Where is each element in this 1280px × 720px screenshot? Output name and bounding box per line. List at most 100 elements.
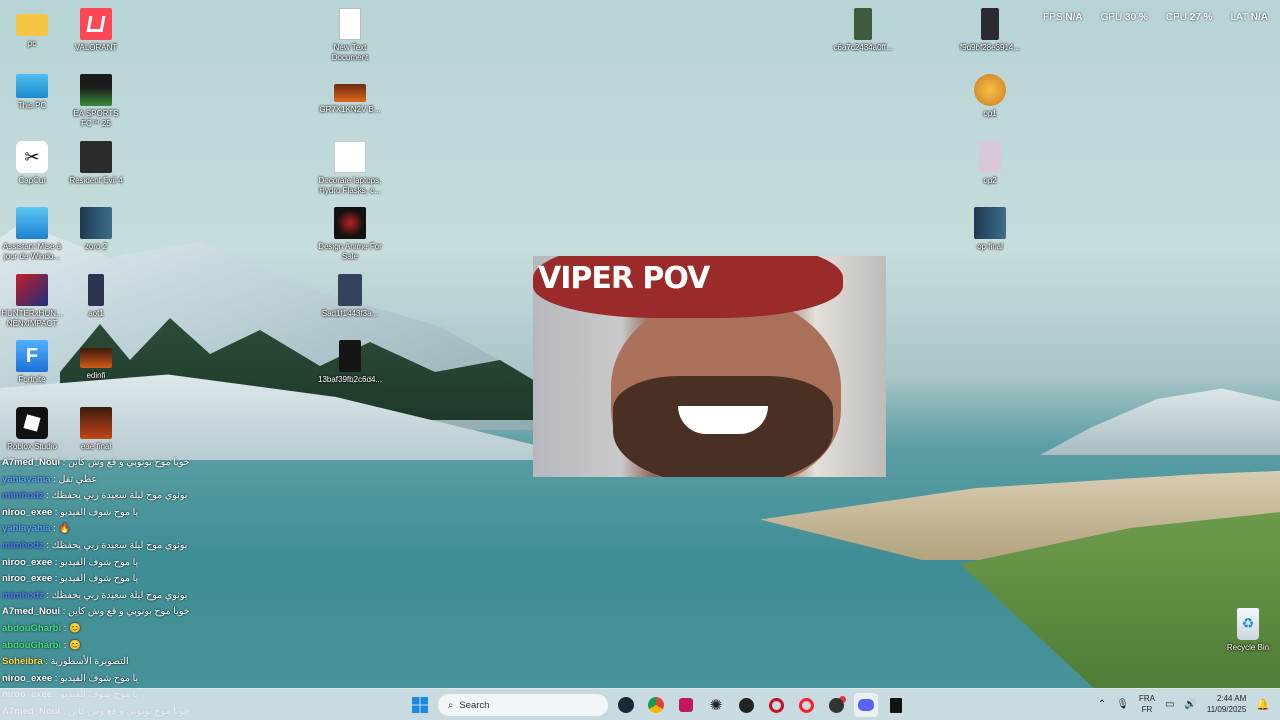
desktop-icon-hunter[interactable]: HUNTERxHUN... NENxIMPACT: [0, 270, 64, 329]
folder-icon: [16, 14, 48, 36]
taskbar-search[interactable]: ⌕ Search: [438, 694, 608, 716]
chat-username: A7med_Noui: [2, 606, 61, 618]
desktop-icon-label: GR7X1KN2V B...: [319, 105, 381, 114]
desktop-icon-pc[interactable]: pc: [0, 4, 64, 49]
desktop-icon-zoro[interactable]: zoro 2: [64, 203, 128, 252]
latency-stat: LAT N/A: [1230, 12, 1268, 23]
desktop-icon-fortnite[interactable]: F Fortnite: [0, 336, 64, 385]
desktop-icon-label: op2: [983, 176, 997, 185]
chat-text: : خويا موح بونوبي و قع وش كاين: [60, 606, 190, 618]
taskbar-discord[interactable]: [854, 693, 878, 717]
desktop-icon-op2[interactable]: op2: [958, 137, 1022, 186]
desktop-icon-label: op1: [983, 109, 997, 118]
desktop-icon-eae-final[interactable]: eae final: [64, 403, 128, 452]
chat-username: A7med_Noui: [2, 457, 61, 468]
desktop-icon-op-final[interactable]: op final: [958, 203, 1022, 252]
capcut-icon: ✂: [16, 141, 48, 173]
taskbar-chatgpt[interactable]: ✺: [704, 693, 728, 717]
chat-text: : التصويرة الأسطورية: [42, 656, 129, 668]
image-file-icon: [979, 141, 1001, 173]
opera-icon: [798, 697, 814, 713]
desktop-icon-13baf[interactable]: 13baf39fb2c6d4...: [318, 336, 382, 385]
network-icon[interactable]: ▭: [1165, 699, 1174, 710]
taskbar-snip[interactable]: [674, 693, 698, 717]
steam-icon: [618, 697, 634, 713]
chat-username: niroo_exee: [2, 556, 53, 568]
desktop-icon-label: Sad1f1443f3a...: [321, 309, 379, 318]
taskbar-opera[interactable]: [794, 693, 818, 717]
webcam-smile: [678, 406, 768, 434]
desktop-icon-new-text-document[interactable]: New Text Document: [318, 4, 382, 63]
desktop-icon-valorant[interactable]: VALORANT: [64, 4, 128, 53]
desktop-icon-aot[interactable]: aot1: [64, 270, 128, 319]
desktop-icon-edinfi[interactable]: edinfi: [64, 336, 128, 381]
monitor-icon: [16, 74, 48, 98]
performance-overlay: FPS N/A GPU 30 % CPU 27 % LAT N/A: [1043, 12, 1268, 23]
desktop-icon-label: pc: [27, 39, 37, 48]
desktop-icon-op1[interactable]: op1: [958, 70, 1022, 119]
image-file-icon: [339, 340, 361, 372]
taskbar-epic-games[interactable]: [884, 693, 908, 717]
recycle-bin-icon: ♻: [1237, 608, 1259, 640]
search-icon: ⌕: [448, 699, 454, 711]
image-file-icon: [338, 274, 362, 306]
image-file-icon: [974, 74, 1006, 106]
chat-text: : بونوي موح ليلة سعيدة ربي يحفظك: [43, 490, 188, 502]
language-indicator[interactable]: FRA FR: [1139, 693, 1155, 715]
desktop-icon-file1[interactable]: c6a7c2434a0ff...: [831, 4, 895, 53]
taskbar-obs[interactable]: [824, 693, 848, 717]
chevron-up-icon[interactable]: ⌃: [1098, 699, 1106, 710]
desktop-icon-re4[interactable]: Resident Evil 4: [64, 137, 128, 186]
desktop-icon-fc25[interactable]: EA SPORTS FC™ 25: [64, 70, 128, 129]
desktop-icon-capcut[interactable]: ✂ CapCut: [0, 137, 64, 186]
chat-username: yahiayahia: [2, 473, 51, 485]
desktop-icon-label: New Text Document: [331, 43, 369, 62]
desktop-icon-this-pc[interactable]: This PC: [0, 70, 64, 111]
desktop-icon-roblox-studio[interactable]: Roblox Studio: [0, 403, 64, 452]
image-file-icon: [334, 207, 366, 239]
chat-message: A7med_Noui : خويا موح بونوبي و قع وش كاي…: [2, 604, 282, 621]
desktop-icon-label: Decorate laptops, Hydro Flasks, c...: [318, 176, 382, 195]
taskbar-app-dark[interactable]: [734, 693, 758, 717]
desktop-icon-label: Fortnite: [18, 375, 46, 384]
volume-icon[interactable]: 🔊: [1184, 699, 1196, 710]
microphone-icon[interactable]: 🎙: [1116, 699, 1129, 710]
chat-message: niroo_exee : يا موح شوف الفيديو: [2, 555, 282, 572]
desktop-icon-sad[interactable]: Sad1f1443f3a...: [318, 270, 382, 319]
desktop-icon-label: EA SPORTS FC™ 25: [73, 109, 119, 128]
chat-username: abdouGharbi: [2, 639, 62, 651]
epic-games-icon: [890, 697, 902, 713]
chrome-icon: [648, 697, 664, 713]
taskbar-opera-gx[interactable]: [764, 693, 788, 717]
obs-icon: [828, 697, 844, 713]
desktop-icon-gr[interactable]: GR7X1KN2V B...: [318, 70, 382, 115]
stream-chat-overlay: A7med_Noui : خويا موح بونوبي و قع وش كاي…: [2, 455, 282, 720]
clock[interactable]: 2:44 AM 11/09/2025: [1207, 693, 1246, 715]
chat-text: : يا موح شوف الفيديو: [52, 573, 139, 585]
hunter-game-icon: [16, 274, 48, 306]
taskbar-chrome[interactable]: [644, 693, 668, 717]
chat-username: mimhodz: [2, 490, 44, 502]
fc25-icon: [80, 74, 112, 106]
desktop-icon-design-anime[interactable]: Design Anime For Sale: [318, 203, 382, 262]
wallpaper-mountain-right: [1040, 388, 1280, 455]
windows-logo-icon: [16, 207, 48, 239]
notification-icon[interactable]: 🔔: [1256, 698, 1270, 711]
chat-message: A7med_Noui : خويا موح بونوبي و قع وش كاي…: [2, 455, 282, 472]
desktop-icon-label: edinfi: [86, 371, 106, 380]
start-button[interactable]: [408, 693, 432, 717]
roblox-studio-icon: [16, 407, 48, 439]
chat-text: : خويا موح بونوبي و قع وش كاين: [60, 457, 190, 468]
chat-message: niroo_exee : يا موح شوف الفيديو: [2, 505, 282, 522]
desktop-icon-file2[interactable]: f9d9bf28e3914...: [958, 4, 1022, 53]
chat-username: abdouGharbi: [2, 622, 62, 634]
desktop-icon-label: 13baf39fb2c6d4...: [318, 375, 383, 384]
system-tray: ⌃ 🎙 FRA FR ▭ 🔊 2:44 AM 11/09/2025 🔔: [1098, 693, 1270, 715]
desktop-icon-windows-assistant[interactable]: Assistant Mise à jour de Windo...: [0, 203, 64, 262]
desktop-icon-recycle-bin[interactable]: ♻ Recycle Bin: [1216, 604, 1280, 653]
webcam-title: VIPER POV: [538, 261, 710, 296]
taskbar-steam[interactable]: [614, 693, 638, 717]
desktop-icon-label: CapCut: [18, 176, 46, 185]
desktop-icon-decorate[interactable]: Decorate laptops, Hydro Flasks, c...: [318, 137, 382, 196]
chat-message: mimhodz : بونوي موح ليلة سعيدة ربي يحفظك: [2, 588, 282, 605]
